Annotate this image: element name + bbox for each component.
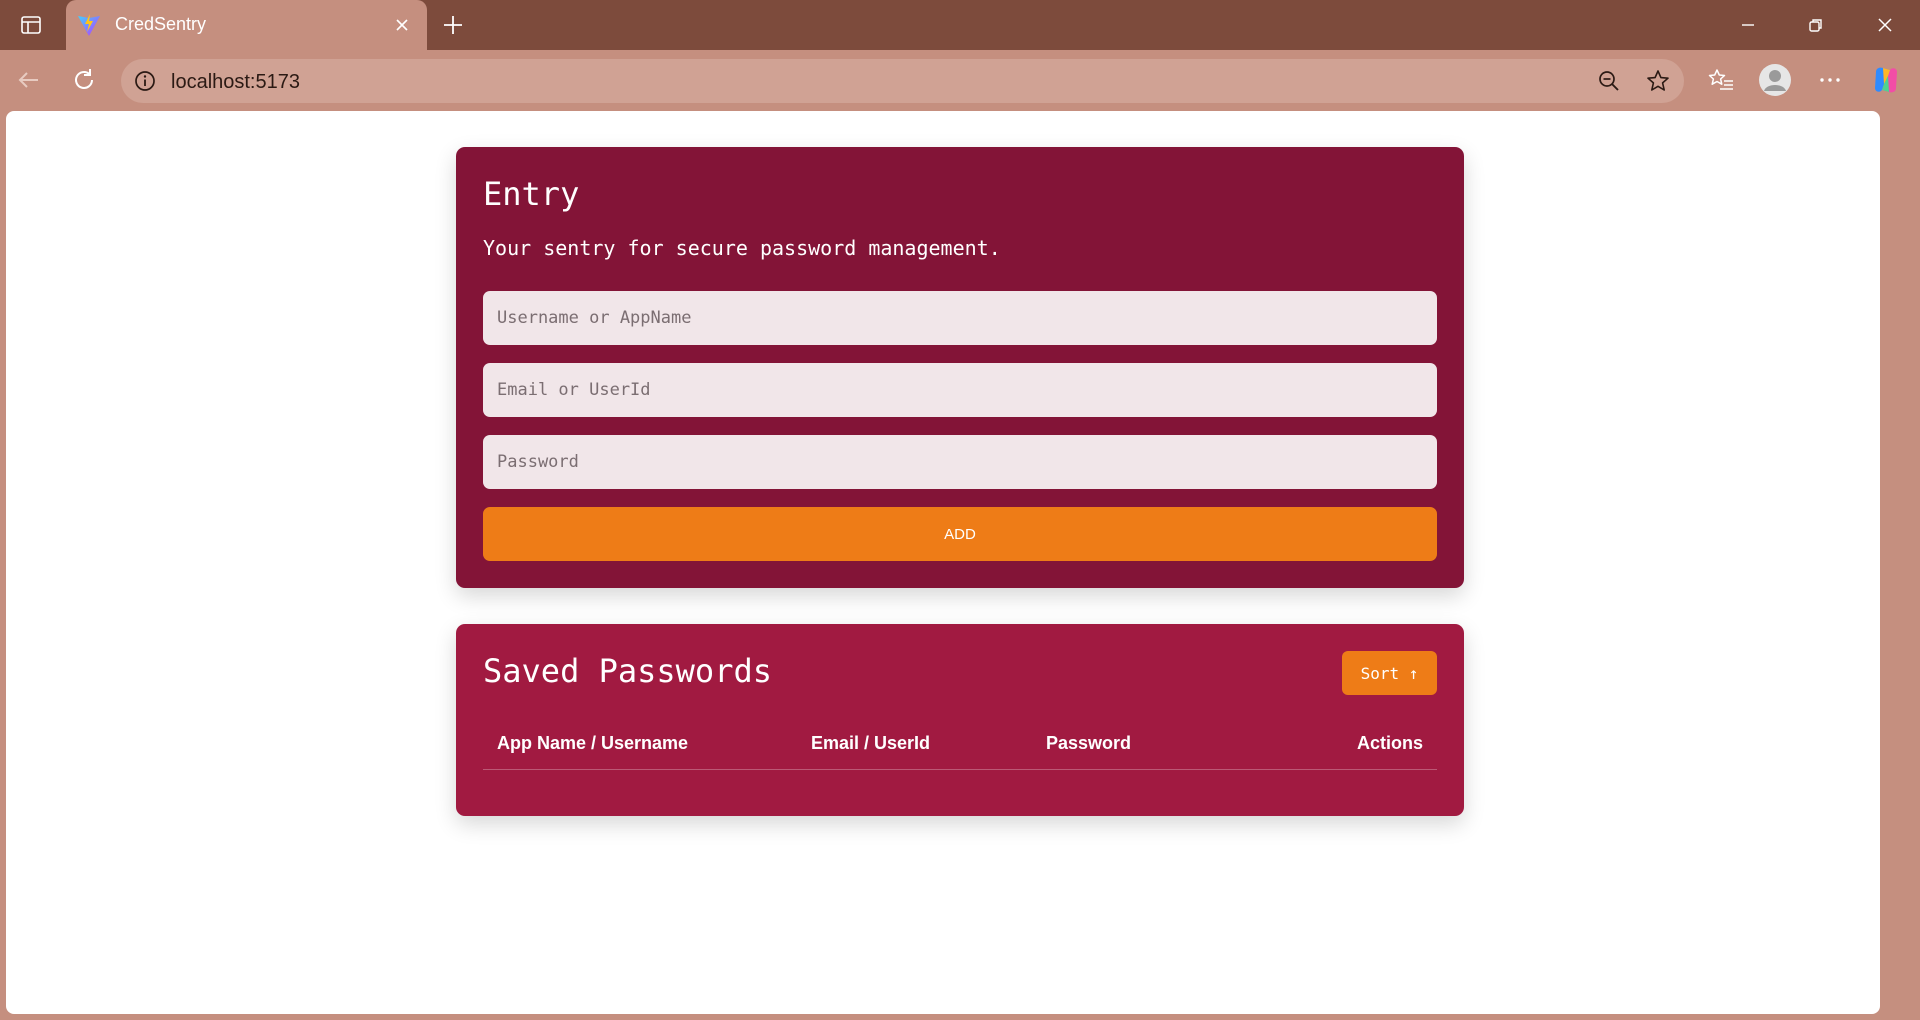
favorite-star-icon[interactable] (1645, 68, 1671, 94)
passwords-table-header: App Name / Username Email / UserId Passw… (483, 719, 1437, 770)
column-header-email: Email / UserId (811, 733, 931, 753)
password-input[interactable] (483, 435, 1437, 489)
reload-icon[interactable] (67, 63, 101, 97)
entry-subtitle: Your sentry for secure password manageme… (483, 236, 1001, 260)
favorites-list-icon[interactable] (1704, 63, 1738, 97)
entry-title: Entry (483, 175, 580, 213)
minimize-icon[interactable] (1731, 8, 1765, 42)
close-tab-icon[interactable] (389, 12, 415, 38)
copilot-icon[interactable] (1869, 63, 1903, 97)
address-bar[interactable]: localhost:5173 (121, 59, 1684, 103)
restore-icon[interactable] (1799, 8, 1833, 42)
email-input[interactable] (483, 363, 1437, 417)
sort-button[interactable]: Sort ↑ (1342, 651, 1437, 695)
page-viewport: Entry Your sentry for secure password ma… (6, 111, 1880, 1014)
zoom-out-icon[interactable] (1596, 68, 1622, 94)
browser-tab-active[interactable]: CredSentry (66, 0, 427, 51)
more-options-icon[interactable] (1813, 63, 1847, 97)
column-header-app: App Name / Username (497, 733, 689, 753)
url-text: localhost:5173 (171, 71, 300, 93)
vite-logo-icon (76, 12, 102, 38)
add-button[interactable]: ADD (483, 507, 1437, 561)
column-header-password: Password (1046, 733, 1132, 753)
new-tab-icon[interactable] (438, 10, 468, 40)
column-header-actions: Actions (1356, 733, 1423, 753)
entry-card: Entry Your sentry for secure password ma… (456, 147, 1464, 588)
back-arrow-icon[interactable] (12, 63, 46, 97)
saved-passwords-title: Saved Passwords (483, 652, 772, 690)
browser-tab-strip: CredSentry (0, 0, 1920, 51)
sidebar-toggle-icon[interactable] (18, 12, 44, 38)
tab-title: CredSentry (115, 14, 207, 34)
saved-passwords-card: Saved Passwords Sort ↑ App Name / Userna… (456, 624, 1464, 816)
close-window-icon[interactable] (1868, 8, 1902, 42)
browser-toolbar: localhost:5173 (0, 50, 1920, 111)
site-info-icon[interactable] (133, 69, 157, 93)
username-input[interactable] (483, 291, 1437, 345)
profile-avatar-icon[interactable] (1758, 63, 1792, 97)
